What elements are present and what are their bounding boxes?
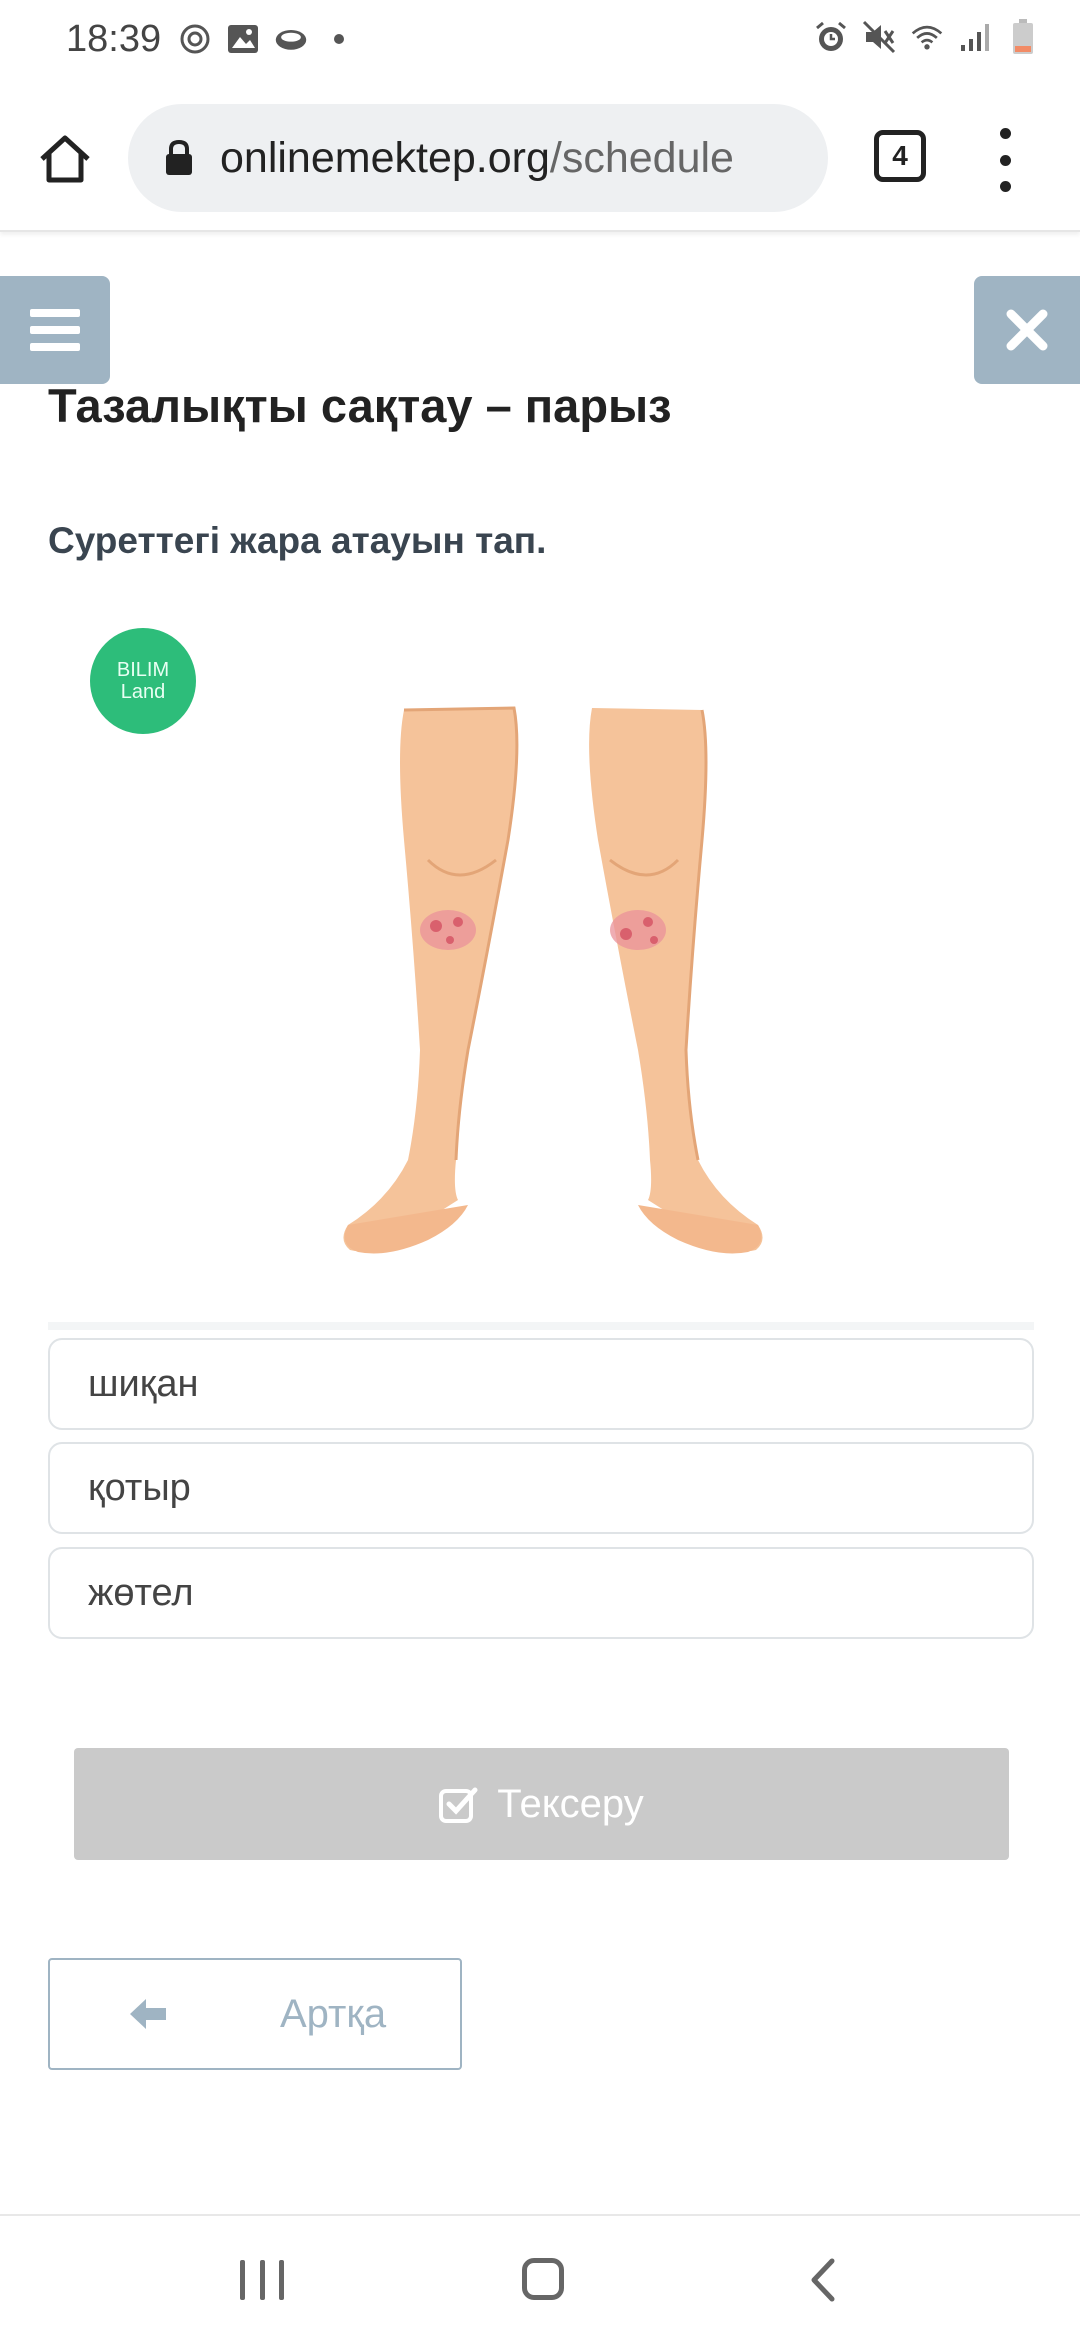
system-back-button[interactable] (808, 2256, 848, 2304)
image-icon (226, 22, 260, 56)
arrow-left-icon (128, 1990, 172, 2038)
status-system-icons (814, 19, 1040, 54)
menu-dot (999, 181, 1011, 192)
browser-toolbar: onlinemektep.org/schedule 4 (0, 84, 1080, 232)
close-button[interactable] (974, 276, 1080, 384)
tab-switcher-button[interactable]: 4 (874, 130, 926, 182)
back-button[interactable]: Артқа (48, 1958, 462, 2070)
answer-option-2[interactable]: қотыр (48, 1442, 1034, 1534)
browser-menu-button[interactable] (990, 128, 1020, 192)
check-answer-label: Тексеру (497, 1781, 644, 1826)
close-icon (1006, 309, 1048, 351)
lock-icon (164, 138, 198, 178)
address-bar[interactable]: onlinemektep.org/schedule (128, 104, 828, 212)
alarm-icon (814, 20, 848, 54)
checkbox-check-icon (439, 1784, 479, 1824)
question-text: Суреттегі жара атауын тап. (48, 520, 547, 561)
recents-button[interactable] (240, 2260, 284, 2300)
url-path: /schedule (549, 133, 734, 182)
recents-bar (259, 2260, 265, 2300)
page-title: Тазалықты сақтау – парыз (48, 379, 672, 432)
status-time: 18:39 (66, 18, 162, 60)
answer-option-1[interactable]: шиқан (48, 1338, 1034, 1430)
sidebar-menu-button[interactable] (0, 276, 110, 384)
hamburger-icon (30, 309, 80, 317)
system-navigation-bar (0, 2214, 1080, 2340)
target-icon (178, 22, 212, 56)
logo-line-2: Land (120, 681, 166, 703)
status-notification-icons (178, 22, 356, 56)
question-image: BILIM Land (48, 610, 1034, 1320)
signal-icon (958, 20, 992, 54)
image-divider (48, 1322, 1034, 1330)
answer-option-3[interactable]: жөтел (48, 1547, 1034, 1639)
url-domain: onlinemektep.org (220, 133, 550, 182)
bilimland-logo: BILIM Land (90, 628, 196, 734)
logo-line-1: BILIM (116, 659, 170, 681)
home-icon (40, 135, 90, 183)
more-vert-icon (999, 128, 1011, 139)
url-text: onlinemektep.org/schedule (220, 134, 734, 183)
menu-dot (999, 154, 1011, 166)
hamburger-bar (30, 326, 80, 334)
back-label: Артқа (280, 1992, 387, 2036)
system-home-button[interactable] (522, 2258, 564, 2300)
hamburger-bar (30, 343, 80, 351)
recents-bar (279, 2260, 284, 2300)
home-button[interactable] (30, 124, 100, 194)
battery-icon (1006, 19, 1040, 54)
chevron-left-icon (811, 2258, 835, 2302)
check-answer-button[interactable]: Тексеру (74, 1748, 1009, 1860)
cloud-icon (274, 22, 308, 56)
recents-icon (240, 2260, 245, 2300)
mute-icon (862, 20, 896, 54)
wifi-icon (910, 20, 944, 54)
status-bar: 18:39 (0, 0, 1080, 84)
dot-icon (322, 22, 356, 56)
legs-illustration (343, 706, 763, 1254)
